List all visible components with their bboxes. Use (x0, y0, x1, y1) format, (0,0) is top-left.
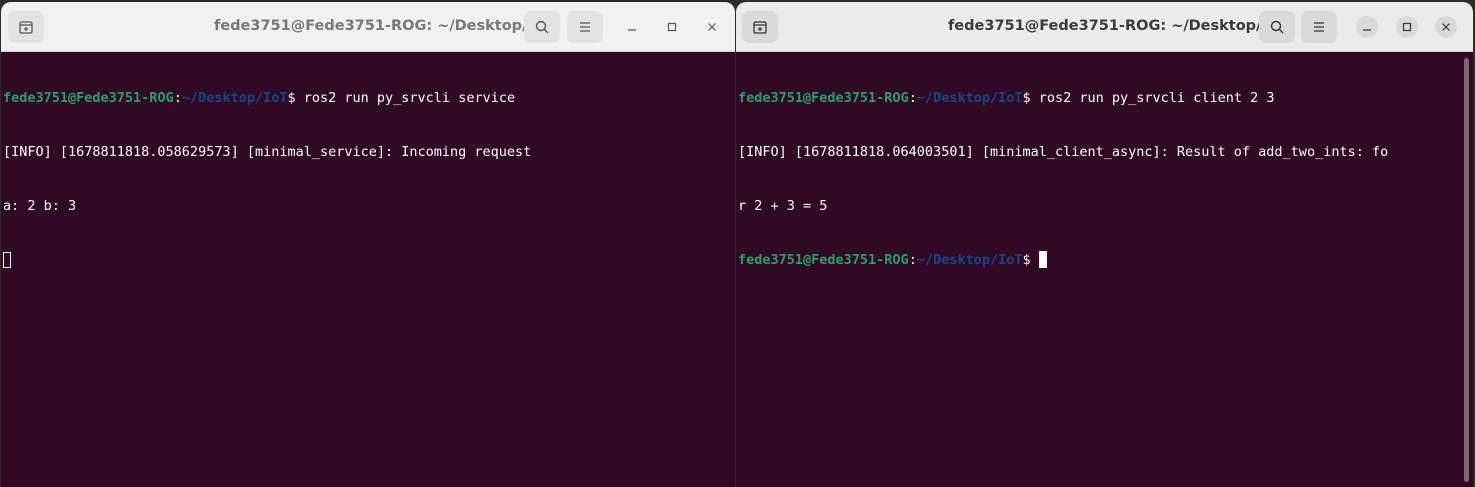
output-line: [INFO] [1678811818.064003501] [minimal_c… (738, 144, 1389, 160)
new-tab-button[interactable] (742, 11, 778, 43)
maximize-button[interactable] (661, 16, 683, 38)
search-button[interactable] (524, 11, 560, 43)
terminal-content[interactable]: fede3751@Fede3751-ROG:~/Desktop/IoT$ ros… (3, 53, 721, 487)
prompt-symbol: $ (1022, 90, 1039, 106)
prompt-line: fede3751@Fede3751-ROG:~/Desktop/IoT$ ros… (738, 89, 1459, 107)
new-tab-button[interactable] (8, 11, 44, 43)
prompt-path: ~/Desktop/IoT (181, 90, 288, 106)
minimize-icon (628, 29, 636, 31)
search-button[interactable] (1259, 11, 1295, 43)
prompt-separator: : (908, 252, 917, 268)
maximize-icon (667, 22, 677, 32)
search-icon (535, 20, 549, 34)
terminal-window-left[interactable]: fede3751@Fede3751-ROG: ~/Desktop/IoT fed… (1, 2, 735, 487)
new-tab-icon (753, 21, 767, 34)
terminal-window-right[interactable]: fede3751@Fede3751-ROG: ~/Desktop/IoT fed… (736, 2, 1473, 487)
prompt-symbol: $ (1022, 252, 1039, 268)
prompt-line: fede3751@Fede3751-ROG:~/Desktop/IoT$ ros… (3, 89, 721, 107)
terminal-content[interactable]: fede3751@Fede3751-ROG:~/Desktop/IoT$ ros… (738, 53, 1459, 487)
new-tab-icon (19, 21, 33, 34)
cursor-line (3, 251, 721, 269)
window-title: fede3751@Fede3751-ROG: ~/Desktop/IoT (948, 18, 1287, 34)
minimize-button[interactable] (621, 16, 643, 38)
output-line: [INFO] [1678811818.058629573] [minimal_s… (3, 144, 532, 160)
hamburger-menu-icon (1314, 22, 1324, 32)
maximize-button[interactable] (1396, 16, 1418, 38)
command-text: ros2 run py_srvcli service (303, 90, 516, 106)
prompt-separator: : (173, 90, 182, 106)
close-icon (708, 23, 716, 31)
close-button[interactable] (1435, 16, 1457, 38)
prompt-path: ~/Desktop/IoT (916, 252, 1023, 268)
prompt-line: fede3751@Fede3751-ROG:~/Desktop/IoT$ (738, 251, 1459, 269)
menu-button[interactable] (1301, 11, 1337, 43)
minimize-button[interactable] (1356, 16, 1378, 38)
window-title: fede3751@Fede3751-ROG: ~/Desktop/IoT (214, 18, 553, 34)
hamburger-menu-icon (580, 22, 590, 32)
prompt-user-host: fede3751@Fede3751-ROG (3, 90, 174, 106)
prompt-path: ~/Desktop/IoT (916, 90, 1023, 106)
maximize-icon (1402, 22, 1412, 32)
output-line: a: 2 b: 3 (3, 198, 77, 214)
minimize-icon (1363, 29, 1371, 31)
menu-button[interactable] (567, 11, 603, 43)
close-icon (1442, 23, 1450, 31)
search-icon (1270, 20, 1284, 34)
command-text: ros2 run py_srvcli client 2 3 (1038, 90, 1275, 106)
prompt-user-host: fede3751@Fede3751-ROG (738, 252, 909, 268)
titlebar[interactable]: fede3751@Fede3751-ROG: ~/Desktop/IoT (1, 2, 735, 52)
scrollbar[interactable] (1464, 58, 1469, 482)
text-cursor (1038, 251, 1047, 268)
prompt-symbol: $ (287, 90, 304, 106)
prompt-separator: : (908, 90, 917, 106)
prompt-user-host: fede3751@Fede3751-ROG (738, 90, 909, 106)
output-line: r 2 + 3 = 5 (738, 198, 828, 214)
titlebar[interactable]: fede3751@Fede3751-ROG: ~/Desktop/IoT (736, 2, 1473, 52)
close-button[interactable] (701, 16, 723, 38)
text-cursor (3, 252, 11, 268)
